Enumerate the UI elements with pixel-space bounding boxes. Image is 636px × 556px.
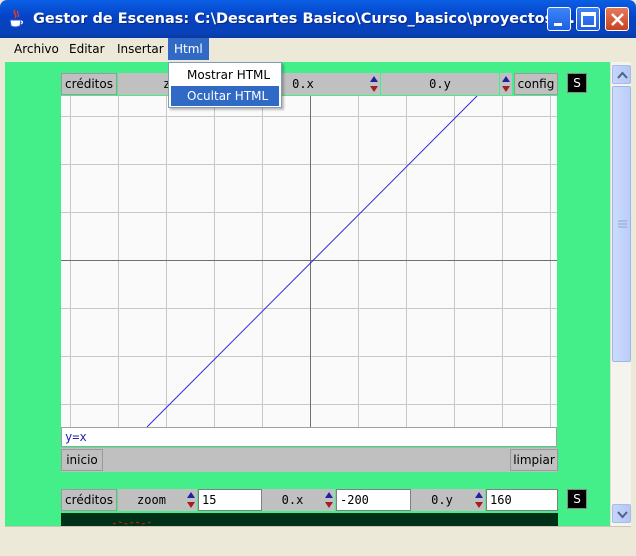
applet-bottom-bar xyxy=(61,448,557,472)
ox-spinner[interactable] xyxy=(368,73,380,95)
menu-archivo[interactable]: Archivo xyxy=(8,38,65,60)
app-window: Gestor de Escenas: C:\Descartes Basico\C… xyxy=(0,0,636,556)
status-bar xyxy=(5,526,631,552)
java-cup-icon[interactable] xyxy=(8,9,24,29)
ox-field[interactable]: -200 xyxy=(336,489,411,511)
zoom-spinner[interactable] xyxy=(185,489,197,511)
ox-label-2: 0.x xyxy=(262,489,323,511)
scroll-down-button[interactable] xyxy=(612,504,631,523)
creditos-button-2[interactable]: créditos xyxy=(61,489,117,511)
function-curve xyxy=(146,96,478,427)
inicio-button[interactable]: inicio xyxy=(61,449,103,471)
mostrar-html-item[interactable]: Mostrar HTML xyxy=(171,65,279,85)
s-button-2[interactable]: S xyxy=(567,489,587,509)
oy-field[interactable]: 160 xyxy=(486,489,558,511)
oy-label-2: 0.y xyxy=(411,489,473,511)
ox-spinner-2[interactable] xyxy=(323,489,335,511)
maximize-button[interactable] xyxy=(576,7,600,31)
grid-lines xyxy=(61,96,557,427)
menu-html[interactable]: Html xyxy=(168,38,209,60)
menu-insertar[interactable]: Insertar xyxy=(111,38,170,60)
scroll-up-button[interactable] xyxy=(612,65,631,84)
limpiar-button[interactable]: limpiar xyxy=(510,449,558,471)
html-menu-dropdown: Mostrar HTML Ocultar HTML xyxy=(168,62,282,108)
oy-spinner-2[interactable] xyxy=(473,489,485,511)
menu-bar: Archivo Editar Insertar Html xyxy=(0,38,636,62)
graph-canvas[interactable] xyxy=(61,96,557,427)
ocultar-html-item[interactable]: Ocultar HTML xyxy=(171,86,279,106)
oy-spinner[interactable] xyxy=(500,73,512,95)
close-button[interactable] xyxy=(605,7,629,31)
scrollbar-thumb[interactable] xyxy=(612,86,631,362)
oy-label: 0.y xyxy=(381,73,499,95)
minimize-button[interactable] xyxy=(547,7,571,31)
function-field[interactable]: y=x xyxy=(61,427,557,447)
config-button[interactable]: config xyxy=(514,73,558,95)
axes xyxy=(61,96,557,427)
graph-svg xyxy=(61,96,557,427)
s-button[interactable]: S xyxy=(567,73,587,93)
title-bar[interactable]: Gestor de Escenas: C:\Descartes Basico\C… xyxy=(0,0,636,38)
zoom-field[interactable]: 15 xyxy=(198,489,262,511)
creditos-button[interactable]: créditos xyxy=(61,73,117,95)
applet2-canvas[interactable] xyxy=(61,513,558,526)
window-title: Gestor de Escenas: C:\Descartes Basico\C… xyxy=(33,11,576,27)
vertical-scrollbar[interactable] xyxy=(610,62,631,526)
menu-editar[interactable]: Editar xyxy=(63,38,111,60)
zoom-label-2: zoom xyxy=(118,489,185,511)
